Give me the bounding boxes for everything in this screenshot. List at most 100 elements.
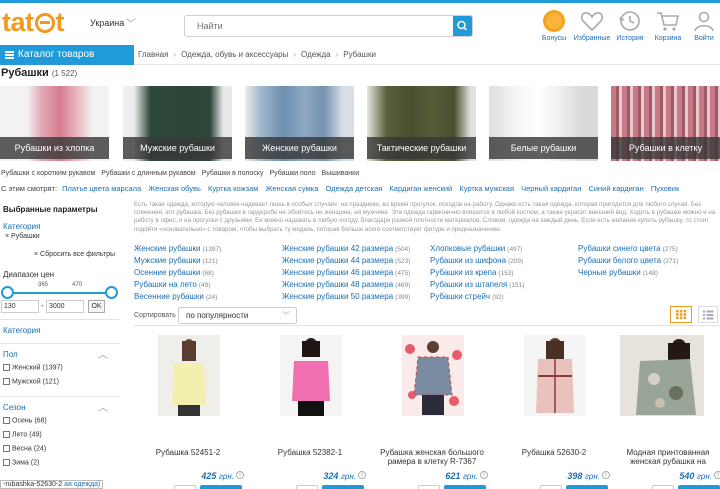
- seo-link-text[interactable]: Весенние рубашки: [134, 292, 204, 301]
- seo-link[interactable]: Рубашки из крепа (153): [430, 267, 524, 279]
- favorite-button[interactable]: [174, 485, 196, 489]
- product-name[interactable]: Рубашка женская большого рамера в клетку…: [378, 448, 486, 466]
- search-button[interactable]: [453, 16, 472, 36]
- seo-link[interactable]: Женские рубашки 50 размера (399): [282, 291, 410, 303]
- product-card[interactable]: Модная принтованная женская рубашка на 5…: [612, 335, 720, 489]
- related-link[interactable]: Платье цвета марсала: [62, 184, 141, 193]
- seo-link[interactable]: Рубашки синего цвета (275): [578, 243, 678, 255]
- seo-link[interactable]: Рубашки на лето (49): [134, 279, 221, 291]
- tile-plaid-shirts[interactable]: Рубашки в клетку: [611, 86, 720, 161]
- breadcrumb-home[interactable]: Главная: [138, 50, 168, 59]
- seo-link-text[interactable]: Женские рубашки 46 размера: [282, 268, 393, 277]
- login-link[interactable]: Войти: [684, 9, 720, 42]
- seo-link-text[interactable]: Рубашки стрейч: [430, 292, 490, 301]
- favorite-button[interactable]: [296, 485, 318, 489]
- seo-link-text[interactable]: Рубашки из крепа: [430, 268, 496, 277]
- info-icon[interactable]: i: [358, 471, 366, 479]
- related-link[interactable]: Одежда детская: [325, 184, 382, 193]
- seo-link-text[interactable]: Женские рубашки 44 размера: [282, 256, 393, 265]
- related-link[interactable]: Черный кардиган: [521, 184, 581, 193]
- breadcrumb-clothing[interactable]: Одежда: [301, 50, 331, 59]
- seo-link[interactable]: Хлопковые рубашки (497): [430, 243, 524, 255]
- seo-link-text[interactable]: Женские рубашки: [134, 244, 200, 253]
- seo-link-text[interactable]: Рубашки из штапеля: [430, 280, 507, 289]
- breadcrumb-clothing-shoes[interactable]: Одежда, обувь и аксессуары: [181, 50, 288, 59]
- price-slider-min-handle[interactable]: [1, 286, 14, 299]
- filter-option-spring[interactable]: Весна (24): [3, 445, 46, 452]
- info-icon[interactable]: i: [480, 471, 488, 479]
- tile-womens-shirts[interactable]: Женские рубашки: [245, 86, 354, 161]
- seo-link[interactable]: Черные рубашки (148): [578, 267, 678, 279]
- gender-section-toggle[interactable]: Пол: [3, 350, 18, 359]
- checkbox[interactable]: [3, 445, 10, 452]
- filter-option-autumn[interactable]: Осень (68): [3, 417, 47, 424]
- seo-link[interactable]: Рубашки стрейч (92): [430, 291, 524, 303]
- price-max-input[interactable]: 3000: [46, 300, 84, 313]
- related-link[interactable]: Синий кардиган: [588, 184, 643, 193]
- seo-link-text[interactable]: Рубашки на лето: [134, 280, 197, 289]
- seo-link-text[interactable]: Рубашки из шифона: [430, 256, 506, 265]
- grid-view-toggle[interactable]: [670, 306, 692, 323]
- checkbox[interactable]: [3, 378, 10, 385]
- seo-link[interactable]: Весенние рубашки (24): [134, 291, 221, 303]
- seo-link-text[interactable]: Женские рубашки 50 размера: [282, 292, 393, 301]
- tile-mens-shirts[interactable]: Мужские рубашки: [123, 86, 232, 161]
- seo-link-text[interactable]: Хлопковые рубашки: [430, 244, 505, 253]
- filter-option-female[interactable]: Женский (1397): [3, 364, 63, 371]
- favorites-link[interactable]: Избранные: [572, 9, 612, 42]
- related-link[interactable]: Куртка мужская: [459, 184, 514, 193]
- info-icon[interactable]: i: [602, 471, 610, 479]
- seo-link[interactable]: Рубашки из штапеля (151): [430, 279, 524, 291]
- catalog-button[interactable]: Каталог товаров: [0, 45, 134, 65]
- chevron-up-icon[interactable]: ︿: [98, 399, 108, 414]
- remove-filter-tag[interactable]: × Рубашки: [5, 233, 40, 240]
- product-card[interactable]: Рубашка 52382-1 324 грн. i: [256, 335, 366, 489]
- price-ok-button[interactable]: OK: [88, 300, 105, 313]
- checkbox[interactable]: [3, 431, 10, 438]
- reset-filters-button[interactable]: × Сбросить все фильтры: [34, 251, 115, 258]
- price-min-input[interactable]: 130: [1, 300, 39, 313]
- seo-link-text[interactable]: Мужские рубашки: [134, 256, 201, 265]
- favorite-button[interactable]: [418, 485, 440, 489]
- chevron-up-icon[interactable]: ︿: [98, 346, 108, 361]
- region-selector[interactable]: Украина: [90, 18, 124, 28]
- buy-button[interactable]: [566, 485, 608, 489]
- tile-white-shirts[interactable]: Белые рубашки: [489, 86, 598, 161]
- related-link[interactable]: Пуховик: [651, 184, 679, 193]
- seo-link[interactable]: Рубашки из шифона (209): [430, 255, 524, 267]
- related-link[interactable]: Кардиган женский: [389, 184, 452, 193]
- chevron-down-icon[interactable]: ﹀: [126, 15, 136, 30]
- product-image[interactable]: [280, 335, 342, 416]
- related-link[interactable]: Женская сумка: [266, 184, 319, 193]
- list-view-toggle[interactable]: [698, 306, 718, 323]
- site-logo[interactable]: tat t: [2, 8, 64, 36]
- seo-link[interactable]: Женские рубашки 44 размера (523): [282, 255, 410, 267]
- sort-select[interactable]: по популярности ﹀: [178, 307, 297, 324]
- price-slider-max-handle[interactable]: [105, 286, 118, 299]
- product-image[interactable]: [524, 335, 586, 416]
- seo-link-text[interactable]: Черные рубашки: [578, 268, 641, 277]
- product-card[interactable]: Рубашка женская большого рамера в клетку…: [378, 335, 488, 489]
- buy-button[interactable]: [444, 485, 486, 489]
- tile-tactical-shirts[interactable]: Тактические рубашки: [367, 86, 476, 161]
- product-card[interactable]: Рубашка 52630-2 398 грн. i: [500, 335, 610, 489]
- info-icon[interactable]: i: [236, 471, 244, 479]
- subcategory-link[interactable]: Вышиванки: [322, 170, 360, 177]
- seo-link[interactable]: Женские рубашки 48 размера (469): [282, 279, 410, 291]
- seo-link[interactable]: Женские рубашки 46 размера (475): [282, 267, 410, 279]
- seo-link[interactable]: Женские рубашки (1397): [134, 243, 221, 255]
- filter-option-summer[interactable]: Лето (49): [3, 431, 42, 438]
- checkbox[interactable]: [3, 459, 10, 466]
- buy-button[interactable]: [322, 485, 364, 489]
- subcategory-link[interactable]: Рубашки поло: [269, 170, 315, 177]
- subcategory-link[interactable]: Рубашки в полоску: [202, 170, 264, 177]
- seo-link[interactable]: Рубашки белого цвета (271): [578, 255, 678, 267]
- history-link[interactable]: История: [610, 9, 650, 42]
- filter-option-male[interactable]: Мужской (121): [3, 378, 59, 385]
- category-section-toggle[interactable]: Категория: [3, 326, 40, 335]
- seo-link-text[interactable]: Осенние рубашки: [134, 268, 200, 277]
- subcategory-link[interactable]: Рубашки с длинным рукавом: [101, 170, 195, 177]
- product-name[interactable]: Рубашка 52451-2: [134, 448, 242, 457]
- filter-option-winter[interactable]: Зима (2): [3, 459, 39, 466]
- favorite-button[interactable]: [652, 485, 674, 489]
